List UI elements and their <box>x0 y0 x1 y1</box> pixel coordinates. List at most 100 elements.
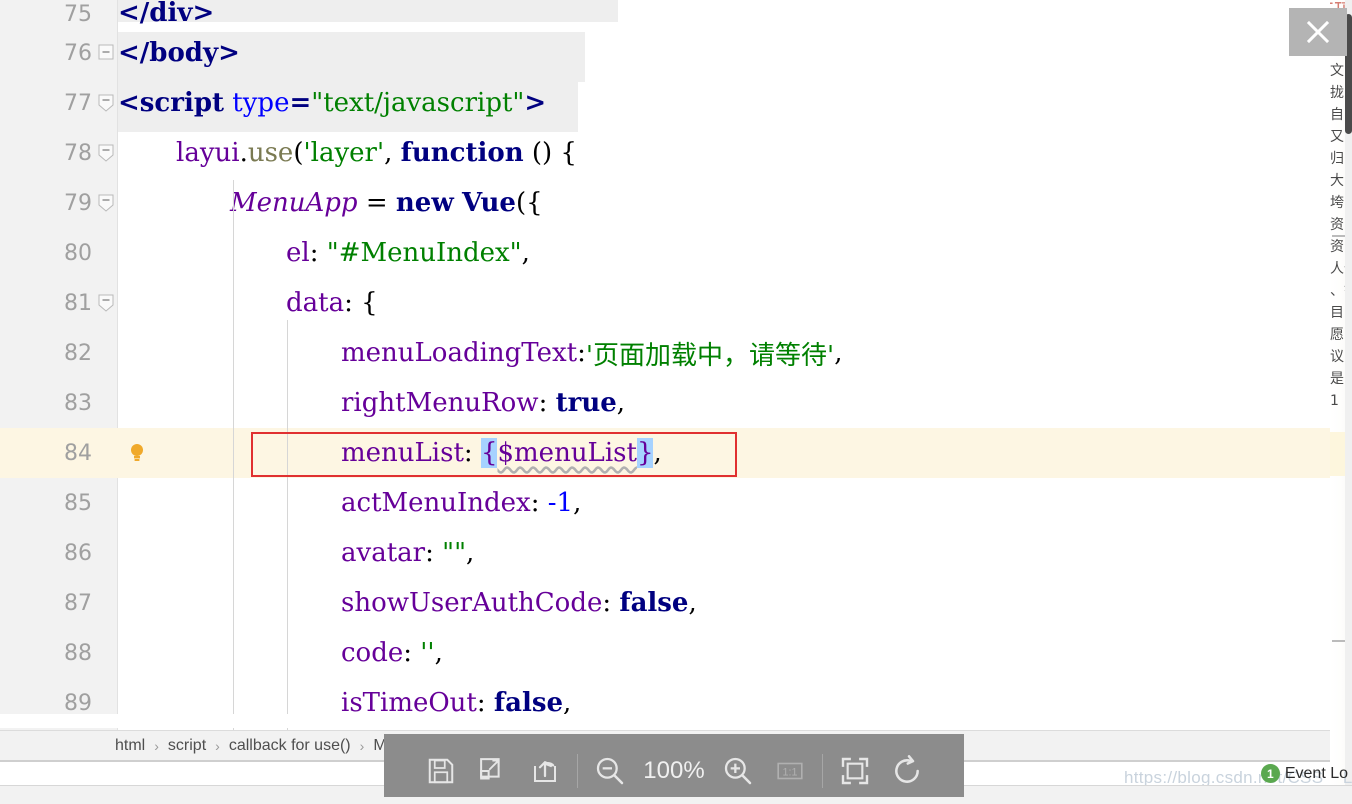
code-line[interactable]: 83 rightMenuRow: true, <box>0 378 1330 428</box>
code-text: < script type = "text/javascript" > <box>118 78 546 128</box>
code-token: "#MenuIndex" <box>326 238 522 268</box>
breadcrumb-item[interactable]: html <box>115 737 145 755</box>
line-number: 88 <box>64 640 92 666</box>
line-number: 78 <box>64 140 92 166</box>
code-token: : <box>530 488 548 518</box>
code-token: < <box>118 88 140 118</box>
zoom-in-button[interactable] <box>712 745 764 797</box>
code-token: : <box>538 388 556 418</box>
code-token: body <box>149 38 219 68</box>
code-token: . <box>239 138 248 168</box>
code-line[interactable]: 80 el: "#MenuIndex", <box>0 228 1330 278</box>
floppy-disk-icon <box>428 758 454 784</box>
code-text: data: { <box>286 278 378 328</box>
event-log-label: Event Lo <box>1284 764 1348 782</box>
svg-text:1:1: 1:1 <box>783 766 798 778</box>
actual-size-button[interactable]: 1:1 <box>764 745 816 797</box>
code-token: avatar <box>341 538 426 568</box>
share-button[interactable] <box>519 745 571 797</box>
open-external-button[interactable] <box>467 745 519 797</box>
code-line[interactable]: 78 layui. use('layer', function () { <box>0 128 1330 178</box>
code-token: showUserAuthCode <box>341 588 603 618</box>
code-token: , <box>688 588 697 618</box>
code-line[interactable]: 82 menuLoadingText: '页面加载中，请等待', <box>0 328 1330 378</box>
code-token: el <box>286 238 310 268</box>
fold-expand-icon[interactable] <box>96 192 116 214</box>
page-scrollbar-track[interactable] <box>1345 0 1352 804</box>
indent-guide <box>233 180 234 730</box>
line-number: 87 <box>64 590 92 616</box>
fit-screen-icon <box>841 757 869 785</box>
share-icon <box>534 761 556 782</box>
event-log-item[interactable]: 1 Event Lo <box>1260 764 1348 783</box>
breadcrumb-separator: › <box>154 738 159 754</box>
code-token: MenuApp <box>230 188 358 218</box>
code-token: type <box>232 88 290 118</box>
breadcrumb-item[interactable]: callback for use() <box>229 737 351 755</box>
line-number: 86 <box>64 540 92 566</box>
rotate-icon <box>895 755 919 783</box>
code-line[interactable]: 87 showUserAuthCode: false, <box>0 578 1330 628</box>
code-line[interactable]: 86 avatar: "", <box>0 528 1330 578</box>
code-token: "text/javascript" <box>311 88 525 118</box>
code-token: , <box>616 388 626 418</box>
fit-screen-button[interactable] <box>829 745 881 797</box>
editor-hscrollbar-track[interactable] <box>0 714 1330 728</box>
code-token: menuLoadingText <box>341 338 578 368</box>
code-token: : <box>309 238 327 268</box>
fold-expand-icon[interactable] <box>96 142 116 164</box>
event-log-badge: 1 <box>1260 764 1280 783</box>
code-token: new <box>395 188 454 218</box>
code-line[interactable]: 88 code: '', <box>0 628 1330 678</box>
one-to-one-icon: 1:1 <box>777 762 803 780</box>
code-token: ( <box>293 138 304 168</box>
breadcrumb-item[interactable]: script <box>168 737 206 755</box>
magnifier-plus-icon <box>724 757 752 785</box>
breadcrumb-separator: › <box>359 738 365 754</box>
close-icon <box>1306 20 1330 44</box>
code-line[interactable]: 75 </div > <box>0 0 1330 28</box>
code-text: actMenuIndex: -1, <box>341 478 581 528</box>
code-token: } <box>636 438 654 468</box>
code-line-list: 75 </div >76 </body >77 < script type = "text/ja… <box>0 0 1330 728</box>
code-token: > <box>192 0 215 28</box>
fold-collapse-icon[interactable] <box>96 42 116 64</box>
code-token: : <box>463 438 481 468</box>
intention-bulb-icon[interactable] <box>126 441 148 465</box>
toolbar-divider <box>577 754 578 788</box>
code-line[interactable]: 85 actMenuIndex: -1, <box>0 478 1330 528</box>
fold-expand-icon[interactable] <box>96 92 116 114</box>
code-token: "" <box>442 538 467 568</box>
line-number: 81 <box>64 290 92 316</box>
code-token: , <box>521 238 530 268</box>
line-number: 82 <box>64 340 92 366</box>
code-line[interactable]: 79 MenuApp = new Vue({ <box>0 178 1330 228</box>
code-token: $menuList <box>497 438 637 468</box>
code-line[interactable]: 81 data: { <box>0 278 1330 328</box>
code-token: : <box>403 638 421 668</box>
close-button[interactable] <box>1289 8 1347 56</box>
code-token: , <box>653 438 662 468</box>
code-text: MenuApp = new Vue({ <box>230 178 543 228</box>
code-line[interactable]: 77 < script type = "text/javascript" > <box>0 78 1330 128</box>
code-token: , <box>466 538 475 568</box>
code-token: layui <box>176 138 240 168</box>
code-token: div <box>149 0 193 28</box>
background-separator-2 <box>1332 640 1346 642</box>
code-token: = <box>289 88 312 118</box>
zoom-out-button[interactable] <box>584 745 636 797</box>
code-token: use <box>247 138 294 168</box>
save-button[interactable] <box>415 745 467 797</box>
code-line[interactable]: 84 menuList: {$menuList}, <box>0 428 1330 478</box>
image-viewer-toolbar[interactable]: 100% 1:1 <box>384 745 964 797</box>
code-token: false <box>619 588 689 618</box>
code-editor[interactable]: 75 </div >76 </body >77 < script type = "text/ja… <box>0 0 1330 730</box>
code-token: </ <box>118 38 150 68</box>
line-number: 75 <box>64 1 92 27</box>
line-number: 85 <box>64 490 92 516</box>
code-line[interactable]: 76 </body > <box>0 28 1330 78</box>
code-text: </div > <box>118 0 214 28</box>
rotate-button[interactable] <box>881 745 933 797</box>
open-external-icon <box>480 758 500 780</box>
fold-expand-icon[interactable] <box>96 292 116 314</box>
